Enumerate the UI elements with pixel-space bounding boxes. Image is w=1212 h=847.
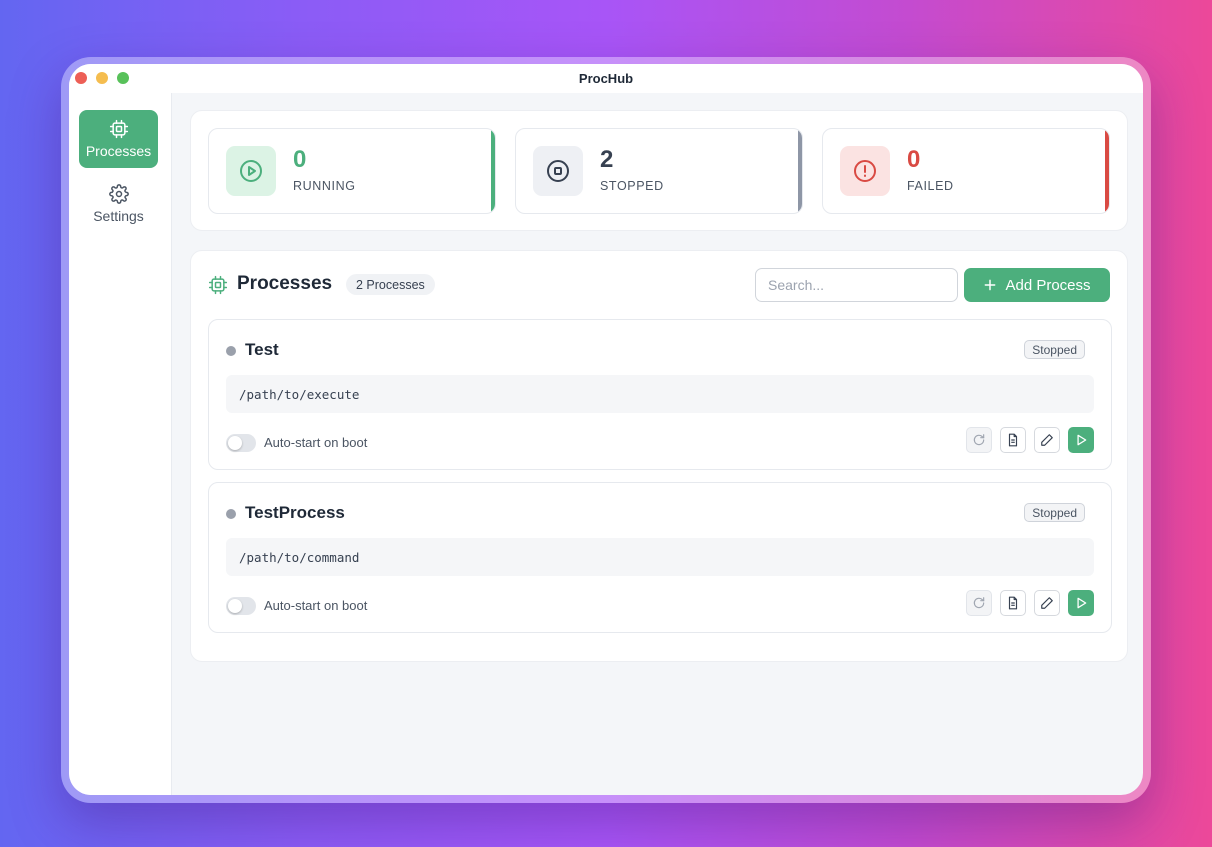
stat-stopped-label: STOPPED bbox=[600, 179, 664, 193]
plus-icon bbox=[985, 279, 996, 291]
stat-failed-label: FAILED bbox=[907, 179, 954, 193]
process-command: /path/to/command bbox=[226, 538, 1094, 576]
sidebar-item-settings[interactable]: Settings bbox=[79, 175, 158, 233]
process-actions bbox=[966, 427, 1094, 453]
window-controls bbox=[75, 72, 129, 84]
search-input[interactable] bbox=[755, 268, 958, 302]
toggle-knob bbox=[228, 599, 242, 613]
process-name: Test bbox=[245, 340, 279, 359]
autostart-label: Auto-start on boot bbox=[264, 598, 368, 613]
gear-icon bbox=[108, 184, 129, 204]
process-name: TestProcess bbox=[245, 503, 345, 522]
file-text-icon bbox=[1008, 433, 1018, 447]
sidebar-item-label: Settings bbox=[93, 208, 144, 224]
stat-running-icon-box bbox=[226, 146, 276, 196]
logs-button[interactable] bbox=[1000, 590, 1026, 616]
pencil-icon bbox=[1041, 597, 1053, 609]
stat-stopped-value: 2 bbox=[600, 146, 614, 173]
main-content: 0 RUNNING 2 STOPPED 0 FAILED Processes 2… bbox=[172, 93, 1143, 795]
cpu-icon bbox=[109, 119, 128, 139]
stat-stopped-accent bbox=[798, 129, 802, 213]
process-card: TestProcess Stopped /path/to/command Aut… bbox=[208, 482, 1112, 633]
minimize-window-button[interactable] bbox=[96, 72, 108, 84]
stat-stopped-icon-box bbox=[533, 146, 583, 196]
logs-button[interactable] bbox=[1000, 427, 1026, 453]
add-process-label: Add Process bbox=[1005, 276, 1091, 294]
refresh-icon bbox=[973, 434, 985, 446]
process-card: Test Stopped /path/to/execute Auto-start… bbox=[208, 319, 1112, 470]
stat-running-value: 0 bbox=[293, 146, 307, 173]
titlebar: ProcHub bbox=[69, 64, 1143, 93]
stop-circle-icon bbox=[547, 160, 569, 182]
sidebar: Processes Settings bbox=[69, 93, 172, 795]
stat-failed-accent bbox=[1105, 129, 1109, 213]
stat-failed: 0 FAILED bbox=[822, 128, 1110, 214]
window-title: ProcHub bbox=[578, 71, 634, 86]
sidebar-item-processes[interactable]: Processes bbox=[79, 110, 158, 168]
stat-running-accent bbox=[491, 129, 495, 213]
file-text-icon bbox=[1008, 596, 1018, 610]
processes-panel: Processes 2 Processes Add Process Test S… bbox=[190, 250, 1128, 662]
edit-button[interactable] bbox=[1034, 427, 1060, 453]
app-window: ProcHub Processes Settings 0 RUNNING 2 S… bbox=[69, 64, 1143, 795]
play-circle-icon bbox=[240, 160, 262, 182]
status-badge: Stopped bbox=[1024, 503, 1085, 522]
stat-failed-value: 0 bbox=[907, 146, 921, 173]
autostart-toggle[interactable] bbox=[226, 434, 256, 452]
refresh-icon bbox=[973, 597, 985, 609]
autostart-toggle[interactable] bbox=[226, 597, 256, 615]
start-button[interactable] bbox=[1068, 427, 1094, 453]
status-dot bbox=[226, 346, 236, 356]
cpu-icon bbox=[208, 275, 228, 295]
play-icon bbox=[1077, 434, 1087, 446]
close-window-button[interactable] bbox=[75, 72, 87, 84]
restart-button[interactable] bbox=[966, 427, 992, 453]
stat-failed-icon-box bbox=[840, 146, 890, 196]
pencil-icon bbox=[1041, 434, 1053, 446]
stat-running-label: RUNNING bbox=[293, 179, 356, 193]
start-button[interactable] bbox=[1068, 590, 1094, 616]
processes-header: Processes 2 Processes Add Process bbox=[208, 268, 1110, 302]
processes-title: Processes bbox=[237, 273, 333, 294]
play-icon bbox=[1077, 597, 1087, 609]
process-actions bbox=[966, 590, 1094, 616]
process-command: /path/to/execute bbox=[226, 375, 1094, 413]
stat-stopped: 2 STOPPED bbox=[515, 128, 803, 214]
sidebar-item-label: Processes bbox=[85, 143, 152, 159]
toggle-knob bbox=[228, 436, 242, 450]
stats-panel: 0 RUNNING 2 STOPPED 0 FAILED bbox=[190, 110, 1128, 231]
autostart-label: Auto-start on boot bbox=[264, 435, 368, 450]
add-process-button[interactable]: Add Process bbox=[964, 268, 1110, 302]
restart-button[interactable] bbox=[966, 590, 992, 616]
status-badge: Stopped bbox=[1024, 340, 1085, 359]
process-count-badge: 2 Processes bbox=[346, 274, 435, 295]
stat-running: 0 RUNNING bbox=[208, 128, 496, 214]
edit-button[interactable] bbox=[1034, 590, 1060, 616]
maximize-window-button[interactable] bbox=[117, 72, 129, 84]
status-dot bbox=[226, 509, 236, 519]
alert-circle-icon bbox=[854, 160, 876, 182]
